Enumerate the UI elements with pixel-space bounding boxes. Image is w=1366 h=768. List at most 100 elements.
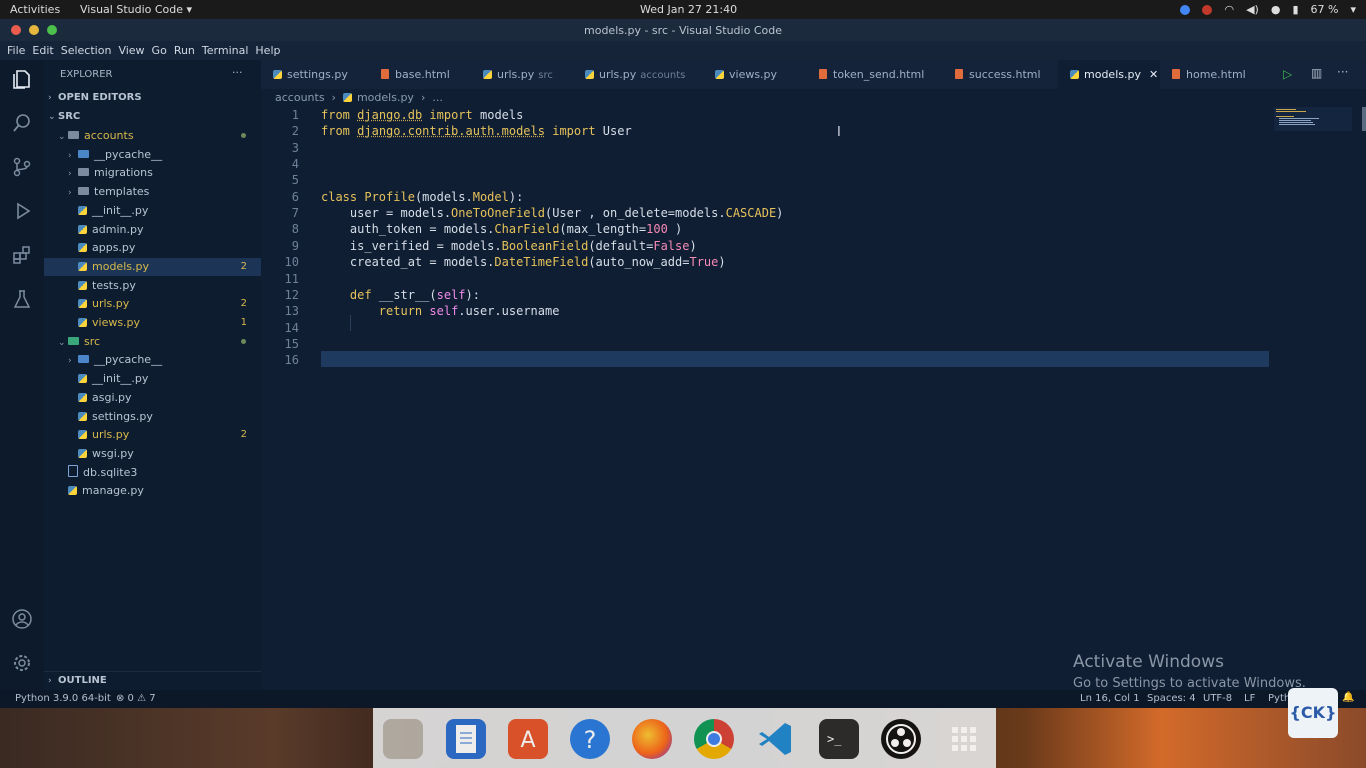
problems-count[interactable]: ⊗ 0 ⚠ 7 — [116, 693, 156, 704]
python-file-icon — [585, 70, 594, 79]
encoding[interactable]: UTF-8 — [1203, 693, 1232, 704]
files-icon[interactable] — [383, 719, 423, 759]
menu-help[interactable]: Help — [255, 44, 280, 57]
menu-edit[interactable]: Edit — [32, 44, 53, 57]
obs-icon[interactable] — [881, 719, 921, 759]
firefox-icon[interactable] — [632, 719, 672, 759]
python-file-icon — [78, 280, 87, 290]
search-icon[interactable] — [10, 112, 34, 136]
tree-item[interactable]: urls.py 2 — [44, 426, 261, 444]
tree-item[interactable]: › templates — [44, 183, 261, 201]
testing-icon[interactable] — [10, 288, 34, 312]
editor-tab[interactable]: base.html — [369, 60, 471, 89]
language-mode[interactable]: Python — [1268, 693, 1290, 704]
text-editor-icon[interactable] — [446, 719, 486, 759]
source-control-icon[interactable] — [10, 156, 34, 180]
run-file-icon[interactable]: ▷ — [1283, 67, 1292, 81]
tree-item[interactable]: db.sqlite3 — [44, 464, 261, 482]
activities-button[interactable]: Activities — [10, 3, 60, 16]
code-line[interactable]: return self.user.username — [321, 304, 560, 318]
tree-item[interactable]: tests.py — [44, 277, 261, 295]
editor-tab[interactable]: token_send.html — [807, 60, 943, 89]
cursor-position[interactable]: Ln 16, Col 1 — [1080, 693, 1140, 704]
menu-go[interactable]: Go — [152, 44, 167, 57]
tree-item[interactable]: manage.py — [44, 482, 261, 500]
code-line[interactable]: def __str__(self): — [321, 288, 480, 302]
tree-item[interactable]: › migrations — [44, 164, 261, 182]
editor-scrollbar[interactable] — [1362, 107, 1366, 131]
app-store-icon[interactable]: A — [508, 719, 548, 759]
menu-file[interactable]: File — [7, 44, 25, 57]
chrome-icon[interactable] — [694, 719, 734, 759]
python-file-icon — [483, 70, 492, 79]
tree-item[interactable]: ⌄ accounts — [44, 127, 261, 145]
tree-item[interactable]: urls.py 2 — [44, 295, 261, 313]
open-editors-section[interactable]: › OPEN EDITORS — [44, 89, 261, 107]
code-editor[interactable]: accounts › models.py › ... 1 from django.… — [261, 89, 1366, 690]
tree-item[interactable]: ⌄ src — [44, 333, 261, 351]
src-root-section[interactable]: ⌄ SRC — [44, 108, 261, 126]
explorer-more-button[interactable]: ··· — [232, 66, 243, 79]
tree-item[interactable]: asgi.py — [44, 389, 261, 407]
manage-gear-icon[interactable] — [10, 652, 34, 676]
outline-section[interactable]: › OUTLINE — [44, 671, 261, 690]
tree-item[interactable]: settings.py — [44, 408, 261, 426]
breadcrumb-separator-icon: › — [417, 91, 429, 104]
vscode-icon[interactable] — [757, 719, 797, 759]
tree-item[interactable]: admin.py — [44, 221, 261, 239]
terminal-icon[interactable]: >_ — [819, 719, 859, 759]
editor-tab[interactable]: views.py — [703, 60, 807, 89]
code-line[interactable]: created_at = models.DateTimeField(auto_n… — [321, 255, 726, 269]
line-number: 1 — [291, 108, 299, 122]
notifications-bell-icon[interactable]: 🔔 — [1342, 692, 1354, 703]
tree-item[interactable]: models.py 2 — [44, 257, 261, 276]
tree-item[interactable]: › __pycache__ — [44, 351, 261, 369]
python-interpreter[interactable]: Python 3.9.0 64-bit — [15, 693, 111, 704]
breadcrumb-file[interactable]: models.py — [357, 91, 414, 104]
editor-tab[interactable]: success.html — [943, 60, 1058, 89]
editor-tab[interactable]: urls.py accounts — [573, 60, 703, 89]
explorer-icon[interactable] — [10, 68, 34, 92]
tree-item[interactable]: __init__.py — [44, 370, 261, 388]
extensions-icon[interactable] — [10, 244, 34, 268]
code-line[interactable]: is_verified = models.BooleanField(defaul… — [321, 239, 697, 253]
menu-selection[interactable]: Selection — [61, 44, 112, 57]
editor-tab[interactable]: urls.py src — [471, 60, 573, 89]
breadcrumb-folder[interactable]: accounts — [275, 91, 325, 104]
code-line[interactable]: class Profile(models.Model): — [321, 190, 523, 204]
editor-more-icon[interactable]: ··· — [1337, 65, 1348, 79]
line-ending[interactable]: LF — [1244, 693, 1255, 704]
line-number: 12 — [284, 287, 299, 302]
editor-tab[interactable]: settings.py — [261, 60, 369, 89]
tree-item[interactable]: apps.py — [44, 239, 261, 257]
svg-text:A: A — [520, 728, 535, 753]
code-line[interactable]: from django.db import models — [321, 108, 523, 122]
menu-terminal[interactable]: Terminal — [202, 44, 249, 57]
editor-tab[interactable]: home.html — [1160, 60, 1270, 89]
menu-view[interactable]: View — [118, 44, 144, 57]
help-icon[interactable]: ? — [570, 719, 610, 759]
run-debug-icon[interactable] — [10, 200, 34, 224]
breadcrumb-symbol[interactable]: ... — [432, 91, 443, 104]
split-editor-icon[interactable]: ▥ — [1311, 66, 1322, 80]
menu-run[interactable]: Run — [174, 44, 195, 57]
tree-item[interactable]: › __pycache__ — [44, 146, 261, 164]
current-line-highlight — [321, 351, 1269, 367]
code-line[interactable]: from django.contrib.auth.models import U… — [321, 124, 632, 138]
tree-item-label: tests.py — [92, 278, 136, 292]
tree-item[interactable]: wsgi.py — [44, 445, 261, 463]
python-file-icon — [78, 392, 87, 402]
tree-item[interactable]: __init__.py — [44, 202, 261, 220]
indentation[interactable]: Spaces: 4 — [1147, 693, 1196, 704]
code-line[interactable]: auth_token = models.CharField(max_length… — [321, 222, 682, 236]
system-tray[interactable]: ◠ ◀) ● ▮ 67 % ▾ — [1180, 3, 1356, 16]
minimap[interactable] — [1274, 107, 1352, 131]
app-grid-icon[interactable] — [944, 719, 984, 759]
clock[interactable]: Wed Jan 27 21:40 — [640, 3, 737, 16]
code-line[interactable]: user = models.OneToOneField(User , on_de… — [321, 206, 784, 220]
close-tab-icon[interactable]: ✕ — [1149, 68, 1158, 81]
app-menu[interactable]: Visual Studio Code ▾ — [80, 3, 192, 16]
account-icon[interactable] — [10, 608, 34, 632]
editor-tab[interactable]: models.py ✕ — [1058, 60, 1160, 89]
tree-item[interactable]: views.py 1 — [44, 314, 261, 332]
